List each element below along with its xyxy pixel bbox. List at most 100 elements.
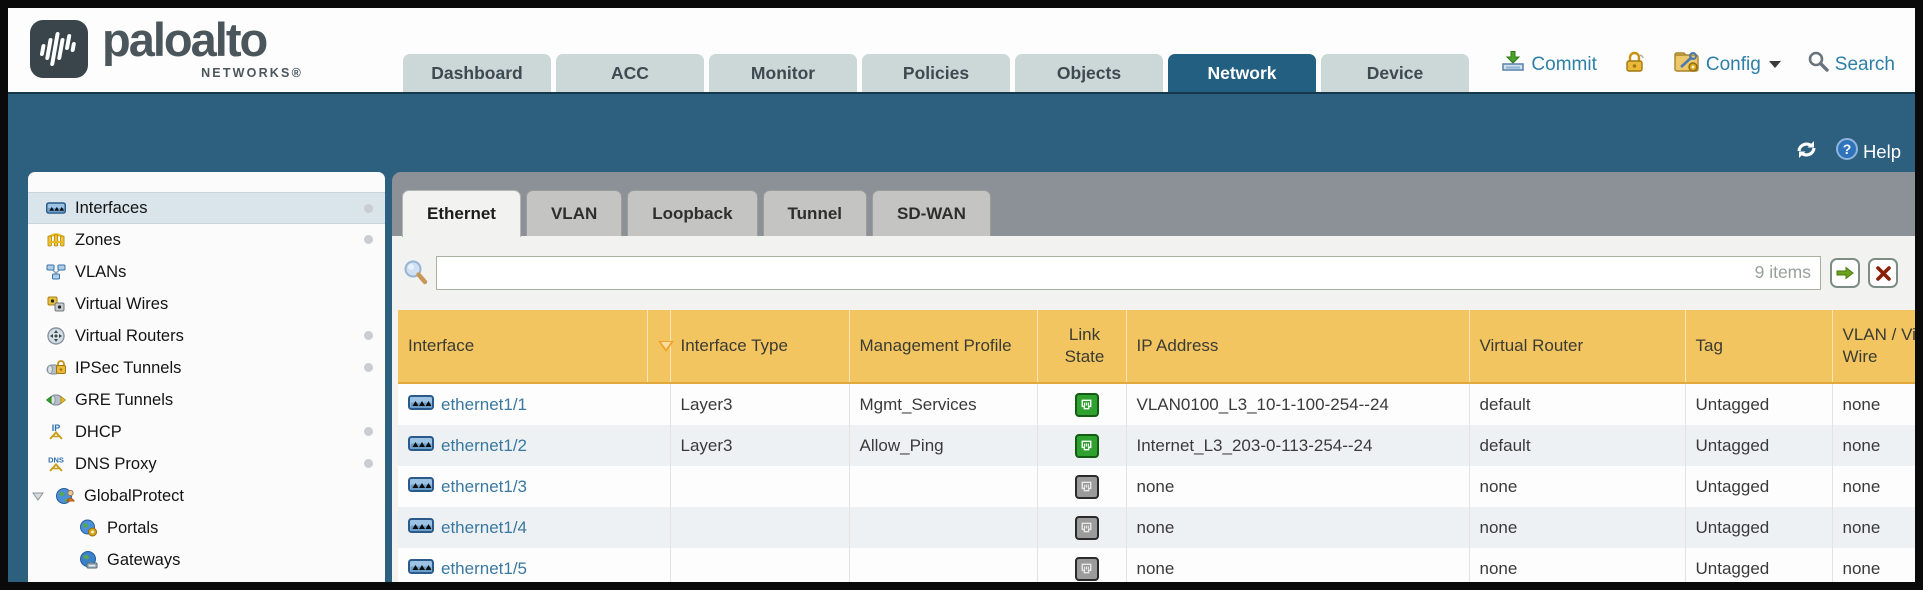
sidebar-item-interfaces[interactable]: Interfaces	[28, 192, 385, 224]
tab-device[interactable]: Device	[1321, 54, 1469, 92]
tab-loopback[interactable]: Loopback	[627, 190, 757, 236]
sidebar-item-dhcp[interactable]: IP DHCP	[28, 416, 385, 448]
search-icon	[1807, 50, 1830, 79]
col-header-interface-type[interactable]: Interface Type	[670, 310, 849, 383]
search-button[interactable]: Search	[1807, 50, 1895, 79]
cell-management-profile	[849, 507, 1037, 548]
apply-filter-button[interactable]	[1830, 258, 1860, 288]
tab-acc[interactable]: ACC	[556, 54, 704, 92]
interface-link[interactable]: ethernet1/2	[408, 436, 527, 456]
sidebar-item-label: Portals	[107, 519, 158, 538]
cell-interface-type: Layer3	[670, 383, 849, 425]
sidebar-item-gateways[interactable]: Gateways	[28, 544, 385, 576]
cell-management-profile: Mgmt_Services	[849, 383, 1037, 425]
gre-tunnel-icon	[46, 392, 66, 408]
commit-button[interactable]: Commit	[1500, 50, 1596, 80]
config-menu-button[interactable]: Config	[1673, 49, 1781, 80]
interface-link[interactable]: ethernet1/1	[408, 395, 527, 415]
app-window: paloalto NETWORKS® Dashboard ACC Monitor…	[0, 0, 1923, 590]
table-row[interactable]: ethernet1/2 Layer3 Allow_Ping Internet_L…	[398, 425, 1915, 466]
sidebar-item-gre-tunnels[interactable]: GRE Tunnels	[28, 384, 385, 416]
sidebar-item-label: DNS Proxy	[75, 455, 157, 474]
ethernet-port-icon	[46, 201, 66, 215]
zone-fence-icon	[46, 232, 66, 248]
tab-sdwan[interactable]: SD-WAN	[872, 190, 991, 236]
cell-vlan: none	[1832, 548, 1915, 582]
help-icon: ?	[1835, 137, 1859, 166]
filter-search-icon	[402, 259, 430, 292]
network-content: Ethernet VLAN Loopback Tunnel SD-WAN 9 i…	[392, 172, 1915, 582]
sort-menu-button[interactable]	[647, 310, 670, 383]
tab-objects[interactable]: Objects	[1015, 54, 1163, 92]
tab-dashboard[interactable]: Dashboard	[403, 54, 551, 92]
table-header-row: Interface Interface Type Management Prof…	[398, 310, 1915, 383]
header-actions: Commit	[1500, 49, 1895, 80]
gateway-icon	[78, 551, 98, 569]
tab-monitor[interactable]: Monitor	[709, 54, 857, 92]
sidebar-item-globalprotect[interactable]: GlobalProtect	[28, 480, 385, 512]
top-header: paloalto NETWORKS® Dashboard ACC Monitor…	[8, 8, 1915, 94]
interface-link[interactable]: ethernet1/4	[408, 518, 527, 538]
sidebar-item-zones[interactable]: Zones	[28, 224, 385, 256]
tab-ethernet[interactable]: Ethernet	[402, 190, 521, 237]
globalprotect-icon	[55, 487, 75, 505]
tab-policies[interactable]: Policies	[862, 54, 1010, 92]
table-row[interactable]: ethernet1/4 none none Untagged none	[398, 507, 1915, 548]
col-header-tag[interactable]: Tag	[1685, 310, 1832, 383]
cell-tag: Untagged	[1685, 383, 1832, 425]
sidebar-item-label: DHCP	[75, 423, 122, 442]
item-dot	[364, 459, 373, 468]
sidebar-item-label: Interfaces	[75, 199, 147, 218]
sidebar-item-portals[interactable]: Portals	[28, 512, 385, 544]
tab-tunnel[interactable]: Tunnel	[763, 190, 867, 236]
sidebar-item-virtual-routers[interactable]: Virtual Routers	[28, 320, 385, 352]
item-dot	[364, 427, 373, 436]
table-row[interactable]: ethernet1/1 Layer3 Mgmt_Services VLAN010…	[398, 383, 1915, 425]
col-header-link-state[interactable]: Link State	[1037, 310, 1126, 383]
cell-ip-address: Internet_L3_203-0-113-254--24	[1126, 425, 1469, 466]
cell-virtual-router: none	[1469, 507, 1685, 548]
clear-filter-button[interactable]	[1868, 258, 1898, 288]
link-state-up-icon	[1075, 393, 1099, 417]
ethernet-port-icon	[408, 395, 434, 415]
brand-name: paloalto	[102, 12, 266, 67]
lock-icon[interactable]	[1623, 50, 1647, 80]
cell-tag: Untagged	[1685, 425, 1832, 466]
cell-virtual-router: none	[1469, 466, 1685, 507]
cell-management-profile	[849, 466, 1037, 507]
filter-input[interactable]	[436, 256, 1821, 290]
tab-vlan[interactable]: VLAN	[526, 190, 622, 236]
tab-network[interactable]: Network	[1168, 54, 1316, 92]
col-header-ip-address[interactable]: IP Address	[1126, 310, 1469, 383]
collapse-triangle-icon[interactable]	[30, 492, 46, 501]
table-row[interactable]: ethernet1/5 none none Untagged none	[398, 548, 1915, 582]
interface-link[interactable]: ethernet1/3	[408, 477, 527, 497]
portal-icon	[78, 519, 98, 537]
refresh-icon[interactable]	[1794, 138, 1819, 166]
sidebar-item-virtual-wires[interactable]: Virtual Wires	[28, 288, 385, 320]
col-header-virtual-router[interactable]: Virtual Router	[1469, 310, 1685, 383]
commit-label: Commit	[1531, 54, 1596, 76]
sidebar-item-vlans[interactable]: VLANs	[28, 256, 385, 288]
cell-vlan: none	[1832, 507, 1915, 548]
ethernet-port-icon	[408, 518, 434, 538]
sidebar-item-ipsec-tunnels[interactable]: IPSec Tunnels	[28, 352, 385, 384]
item-dot	[364, 204, 373, 213]
cell-ip-address: VLAN0100_L3_10-1-100-254--24	[1126, 383, 1469, 425]
ethernet-port-icon	[408, 436, 434, 456]
col-header-vlan-virtual-wire[interactable]: VLAN / Virtual Wire	[1832, 310, 1915, 383]
col-header-management-profile[interactable]: Management Profile	[849, 310, 1037, 383]
cell-interface-type	[670, 466, 849, 507]
table-row[interactable]: ethernet1/3 none none Untagged none	[398, 466, 1915, 507]
sidebar-item-label: Virtual Routers	[75, 327, 184, 346]
link-state-down-icon	[1075, 516, 1099, 540]
sidebar-item-label: VLANs	[75, 263, 126, 282]
chevron-down-icon	[1769, 61, 1781, 68]
interface-link[interactable]: ethernet1/5	[408, 559, 527, 579]
sidebar-item-dns-proxy[interactable]: DNS DNS Proxy	[28, 448, 385, 480]
link-state-up-icon	[1075, 434, 1099, 458]
col-header-interface[interactable]: Interface	[398, 310, 647, 383]
help-button[interactable]: ? Help	[1835, 137, 1901, 166]
sort-triangle-icon	[658, 341, 674, 352]
paloalto-logo-icon	[30, 20, 88, 78]
